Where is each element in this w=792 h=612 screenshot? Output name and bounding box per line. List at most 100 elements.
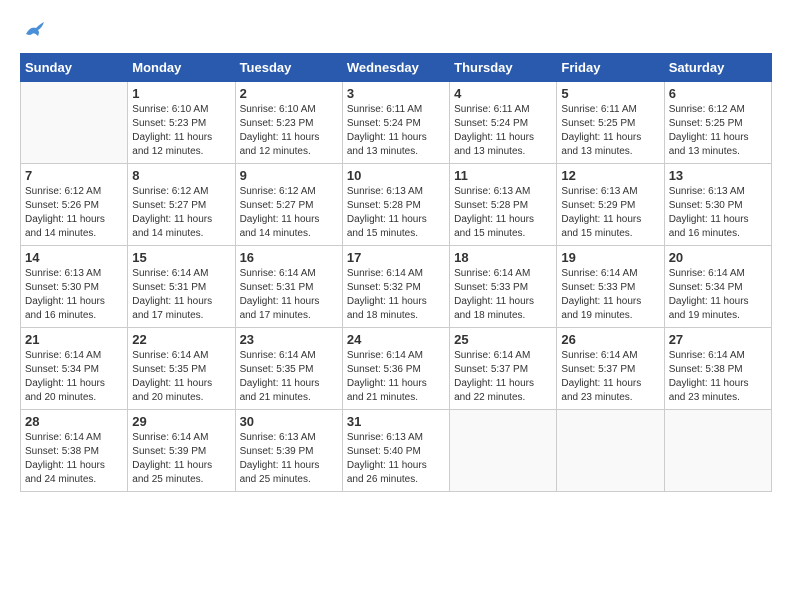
day-info: Sunrise: 6:14 AM Sunset: 5:39 PM Dayligh…: [132, 431, 230, 487]
day-info: Sunrise: 6:13 AM Sunset: 5:29 PM Dayligh…: [561, 185, 659, 241]
day-number: 5: [561, 86, 659, 101]
column-header-wednesday: Wednesday: [342, 54, 449, 82]
day-info: Sunrise: 6:13 AM Sunset: 5:40 PM Dayligh…: [347, 431, 445, 487]
calendar-cell: 8Sunrise: 6:12 AM Sunset: 5:27 PM Daylig…: [128, 164, 235, 246]
day-number: 19: [561, 250, 659, 265]
day-info: Sunrise: 6:14 AM Sunset: 5:37 PM Dayligh…: [561, 349, 659, 405]
day-number: 6: [669, 86, 767, 101]
day-info: Sunrise: 6:12 AM Sunset: 5:25 PM Dayligh…: [669, 103, 767, 159]
day-number: 24: [347, 332, 445, 347]
calendar-cell: 10Sunrise: 6:13 AM Sunset: 5:28 PM Dayli…: [342, 164, 449, 246]
day-info: Sunrise: 6:12 AM Sunset: 5:26 PM Dayligh…: [25, 185, 123, 241]
day-number: 30: [240, 414, 338, 429]
calendar-week-row: 28 Sunrise: 6:14 AM Sunset: 5:38 PM Dayli…: [21, 410, 772, 492]
day-info: Sunrise: 6:13 AM Sunset: 5:28 PM Dayligh…: [347, 185, 445, 241]
calendar-cell: 25Sunrise: 6:14 AM Sunset: 5:37 PM Dayli…: [450, 328, 557, 410]
calendar-header-row: SundayMondayTuesdayWednesdayThursdayFrid…: [21, 54, 772, 82]
calendar-cell: 29 Sunrise: 6:14 AM Sunset: 5:39 PM Dayli…: [128, 410, 235, 492]
calendar-cell: 4 Sunrise: 6:11 AM Sunset: 5:24 PM Daylig…: [450, 82, 557, 164]
day-number: 11: [454, 168, 552, 183]
day-info: Sunrise: 6:13 AM Sunset: 5:39 PM Dayligh…: [240, 431, 338, 487]
day-info: Sunrise: 6:11 AM Sunset: 5:24 PM Dayligh…: [347, 103, 445, 159]
calendar-cell: 2Sunrise: 6:10 AM Sunset: 5:23 PM Daylig…: [235, 82, 342, 164]
calendar-table: SundayMondayTuesdayWednesdayThursdayFrid…: [20, 53, 772, 492]
day-info: Sunrise: 6:10 AM Sunset: 5:23 PM Dayligh…: [132, 103, 230, 159]
day-number: 3: [347, 86, 445, 101]
calendar-week-row: 1 Sunrise: 6:10 AM Sunset: 5:23 PM Daylig…: [21, 82, 772, 164]
day-info: Sunrise: 6:14 AM Sunset: 5:32 PM Dayligh…: [347, 267, 445, 323]
day-number: 15: [132, 250, 230, 265]
column-header-sunday: Sunday: [21, 54, 128, 82]
day-number: 25: [454, 332, 552, 347]
day-info: Sunrise: 6:14 AM Sunset: 5:33 PM Dayligh…: [454, 267, 552, 323]
calendar-cell: 7 Sunrise: 6:12 AM Sunset: 5:26 PM Daylig…: [21, 164, 128, 246]
day-number: 21: [25, 332, 123, 347]
logo-bird-icon: [24, 20, 46, 43]
day-number: 1: [132, 86, 230, 101]
calendar-cell: 16Sunrise: 6:14 AM Sunset: 5:31 PM Dayli…: [235, 246, 342, 328]
calendar-cell: 14 Sunrise: 6:13 AM Sunset: 5:30 PM Dayli…: [21, 246, 128, 328]
calendar-week-row: 14 Sunrise: 6:13 AM Sunset: 5:30 PM Dayli…: [21, 246, 772, 328]
calendar-cell: 28 Sunrise: 6:14 AM Sunset: 5:38 PM Dayli…: [21, 410, 128, 492]
calendar-cell: 12 Sunrise: 6:13 AM Sunset: 5:29 PM Dayli…: [557, 164, 664, 246]
calendar-cell: 24 Sunrise: 6:14 AM Sunset: 5:36 PM Dayli…: [342, 328, 449, 410]
calendar-cell: 18 Sunrise: 6:14 AM Sunset: 5:33 PM Dayli…: [450, 246, 557, 328]
column-header-friday: Friday: [557, 54, 664, 82]
calendar-cell: 13 Sunrise: 6:13 AM Sunset: 5:30 PM Dayli…: [664, 164, 771, 246]
day-info: Sunrise: 6:14 AM Sunset: 5:33 PM Dayligh…: [561, 267, 659, 323]
calendar-cell: [450, 410, 557, 492]
day-info: Sunrise: 6:11 AM Sunset: 5:25 PM Dayligh…: [561, 103, 659, 159]
day-info: Sunrise: 6:14 AM Sunset: 5:34 PM Dayligh…: [25, 349, 123, 405]
day-number: 14: [25, 250, 123, 265]
day-info: Sunrise: 6:11 AM Sunset: 5:24 PM Dayligh…: [454, 103, 552, 159]
day-number: 17: [347, 250, 445, 265]
day-info: Sunrise: 6:14 AM Sunset: 5:38 PM Dayligh…: [25, 431, 123, 487]
day-info: Sunrise: 6:13 AM Sunset: 5:30 PM Dayligh…: [25, 267, 123, 323]
day-info: Sunrise: 6:14 AM Sunset: 5:36 PM Dayligh…: [347, 349, 445, 405]
day-number: 2: [240, 86, 338, 101]
day-info: Sunrise: 6:14 AM Sunset: 5:35 PM Dayligh…: [240, 349, 338, 405]
calendar-week-row: 21 Sunrise: 6:14 AM Sunset: 5:34 PM Dayli…: [21, 328, 772, 410]
calendar-cell: [664, 410, 771, 492]
calendar-cell: [21, 82, 128, 164]
day-info: Sunrise: 6:14 AM Sunset: 5:35 PM Dayligh…: [132, 349, 230, 405]
column-header-saturday: Saturday: [664, 54, 771, 82]
day-number: 12: [561, 168, 659, 183]
day-number: 16: [240, 250, 338, 265]
calendar-cell: 5 Sunrise: 6:11 AM Sunset: 5:25 PM Daylig…: [557, 82, 664, 164]
calendar-cell: 3 Sunrise: 6:11 AM Sunset: 5:24 PM Daylig…: [342, 82, 449, 164]
calendar-cell: 6 Sunrise: 6:12 AM Sunset: 5:25 PM Daylig…: [664, 82, 771, 164]
day-number: 22: [132, 332, 230, 347]
calendar-cell: 19 Sunrise: 6:14 AM Sunset: 5:33 PM Dayli…: [557, 246, 664, 328]
logo: [20, 20, 46, 43]
column-header-tuesday: Tuesday: [235, 54, 342, 82]
day-number: 26: [561, 332, 659, 347]
day-info: Sunrise: 6:13 AM Sunset: 5:30 PM Dayligh…: [669, 185, 767, 241]
day-number: 18: [454, 250, 552, 265]
calendar-cell: 15 Sunrise: 6:14 AM Sunset: 5:31 PM Dayli…: [128, 246, 235, 328]
day-number: 9: [240, 168, 338, 183]
day-number: 23: [240, 332, 338, 347]
day-info: Sunrise: 6:13 AM Sunset: 5:28 PM Dayligh…: [454, 185, 552, 241]
day-number: 4: [454, 86, 552, 101]
calendar-cell: 17 Sunrise: 6:14 AM Sunset: 5:32 PM Dayli…: [342, 246, 449, 328]
calendar-cell: 31 Sunrise: 6:13 AM Sunset: 5:40 PM Dayli…: [342, 410, 449, 492]
calendar-cell: 30 Sunrise: 6:13 AM Sunset: 5:39 PM Dayli…: [235, 410, 342, 492]
calendar-week-row: 7 Sunrise: 6:12 AM Sunset: 5:26 PM Daylig…: [21, 164, 772, 246]
day-number: 28: [25, 414, 123, 429]
page-header: [20, 20, 772, 43]
calendar-cell: 9Sunrise: 6:12 AM Sunset: 5:27 PM Daylig…: [235, 164, 342, 246]
day-number: 13: [669, 168, 767, 183]
calendar-cell: 11 Sunrise: 6:13 AM Sunset: 5:28 PM Dayli…: [450, 164, 557, 246]
calendar-cell: 21 Sunrise: 6:14 AM Sunset: 5:34 PM Dayli…: [21, 328, 128, 410]
day-number: 7: [25, 168, 123, 183]
calendar-cell: 27Sunrise: 6:14 AM Sunset: 5:38 PM Dayli…: [664, 328, 771, 410]
calendar-cell: 20Sunrise: 6:14 AM Sunset: 5:34 PM Dayli…: [664, 246, 771, 328]
calendar-cell: [557, 410, 664, 492]
day-info: Sunrise: 6:14 AM Sunset: 5:38 PM Dayligh…: [669, 349, 767, 405]
day-number: 29: [132, 414, 230, 429]
day-number: 31: [347, 414, 445, 429]
calendar-cell: 1 Sunrise: 6:10 AM Sunset: 5:23 PM Daylig…: [128, 82, 235, 164]
day-info: Sunrise: 6:14 AM Sunset: 5:31 PM Dayligh…: [132, 267, 230, 323]
column-header-thursday: Thursday: [450, 54, 557, 82]
